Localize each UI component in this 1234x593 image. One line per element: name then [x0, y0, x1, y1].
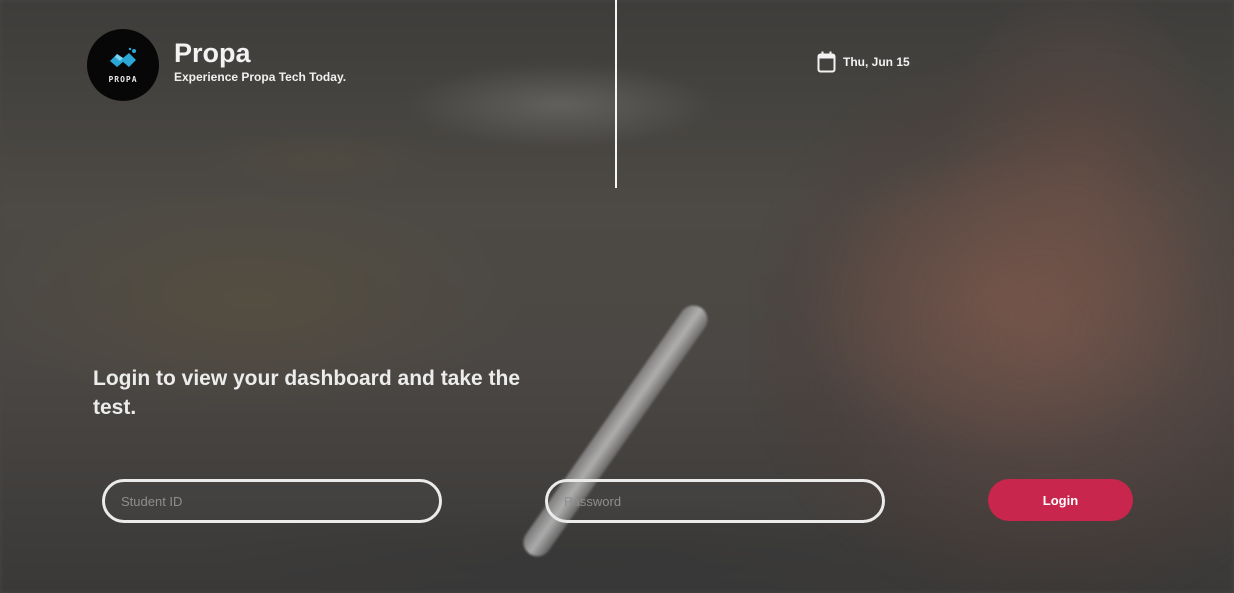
vertical-divider [615, 0, 617, 188]
brand: PROPA Propa Experience Propa Tech Today. [87, 29, 346, 101]
login-page: PROPA Propa Experience Propa Tech Today.… [0, 0, 1234, 593]
calendar-icon [817, 51, 836, 73]
propa-logo: PROPA [87, 29, 159, 101]
date-text: Thu, Jun 15 [843, 55, 910, 69]
logo-text: PROPA [108, 74, 138, 84]
brand-name: Propa [174, 38, 251, 68]
brand-text: Propa Experience Propa Tech Today. [174, 38, 346, 84]
student-id-input[interactable] [102, 479, 442, 523]
brand-tagline: Experience Propa Tech Today. [174, 70, 347, 84]
handshake-icon [110, 47, 136, 67]
password-input[interactable] [545, 479, 885, 523]
login-headline: Login to view your dashboard and take th… [93, 367, 521, 419]
date-display: Thu, Jun 15 [817, 51, 910, 73]
login-button[interactable]: Login [988, 479, 1133, 521]
